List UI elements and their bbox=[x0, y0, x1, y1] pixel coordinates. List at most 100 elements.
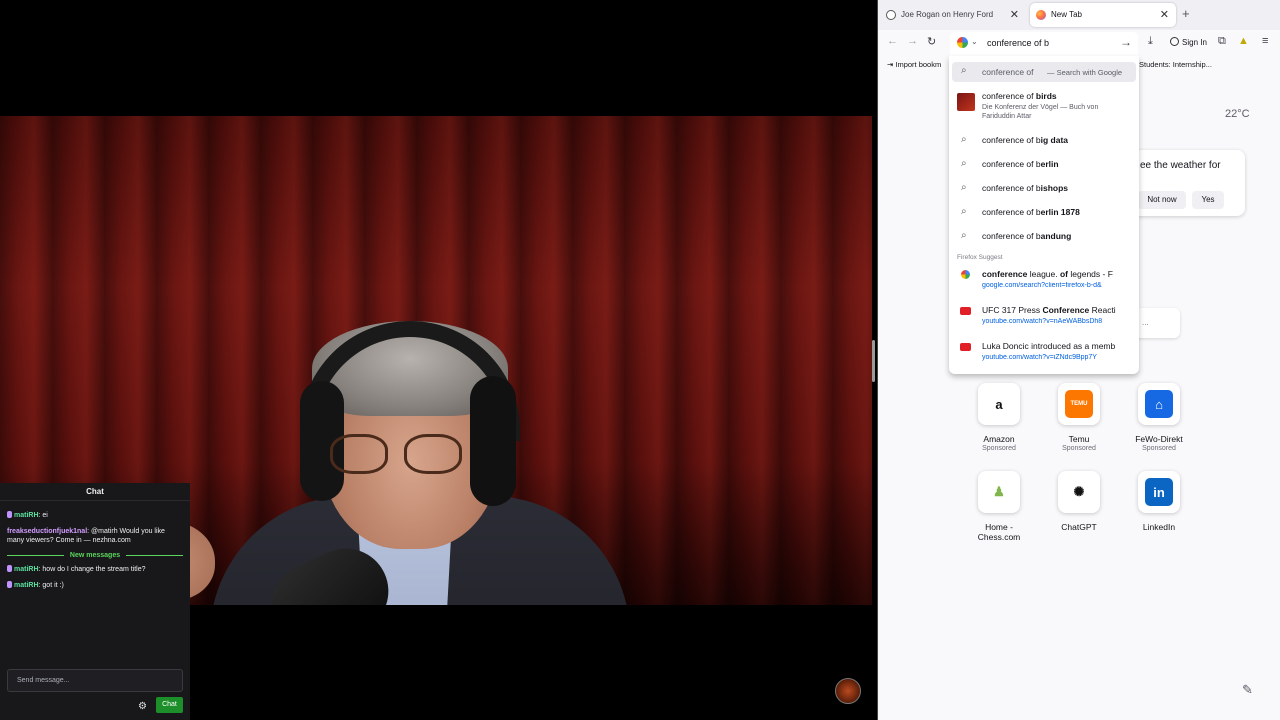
youtube-icon bbox=[960, 343, 971, 351]
chat-username[interactable]: matiRH bbox=[14, 566, 39, 573]
navigation-toolbar: ← → ↻ ⌄ conference of b → ⤓ Sign In ⧉ ▲ … bbox=[878, 30, 1280, 56]
shortcut-fewo-direkt[interactable]: ⌂ FeWo-Direkt Sponsored bbox=[1124, 383, 1194, 454]
close-icon[interactable]: ✕ bbox=[1160, 3, 1169, 27]
bookmark-import[interactable]: ⇥ Import bookm bbox=[887, 60, 941, 69]
back-arrow-icon[interactable]: ← bbox=[887, 35, 898, 47]
fewo-direkt-icon: ⌂ bbox=[1145, 390, 1173, 418]
chat-badge-icon bbox=[7, 581, 12, 588]
chat-badge-icon bbox=[7, 565, 12, 572]
chevron-down-icon[interactable]: ⌄ bbox=[971, 37, 978, 46]
suggestion-search[interactable]: ⌕ conference of berlin bbox=[949, 158, 1139, 178]
suggestion-url: youtube.com/watch?v=nAeWABbsDh8 bbox=[982, 318, 1103, 325]
book-thumbnail bbox=[957, 93, 975, 111]
tab-title: Joe Rogan on Henry Ford bbox=[901, 10, 994, 19]
close-icon[interactable]: ✕ bbox=[1010, 3, 1019, 27]
suggestion-history-google[interactable]: conference league. of legends - F google… bbox=[949, 268, 1139, 296]
tab-strip: Joe Rogan on Henry Ford ✕ New Tab ✕ + bbox=[878, 0, 1280, 30]
bookmark-label: Import bookm bbox=[895, 60, 942, 69]
suggestion-text: UFC 317 Press Conference Reacti bbox=[982, 305, 1116, 315]
suggestion-history-youtube[interactable]: UFC 317 Press Conference Reacti youtube.… bbox=[949, 304, 1139, 332]
suggestion-search[interactable]: ⌕ conference of big data bbox=[949, 134, 1139, 154]
not-now-button[interactable]: Not now bbox=[1138, 191, 1186, 209]
menu-icon[interactable]: ≡ bbox=[1262, 35, 1268, 47]
search-icon: ⌕ bbox=[961, 65, 967, 76]
video-player[interactable]: Chat matiRH: ei freakseductionfjuek1nal:… bbox=[0, 0, 877, 720]
chat-text: ei bbox=[42, 512, 48, 519]
temu-icon: TEMU bbox=[1065, 390, 1093, 418]
suggestion-rich-birds[interactable]: conference of birds Die Konferenz der Vö… bbox=[949, 90, 1139, 124]
suggestion-history-youtube[interactable]: Luka Doncic introduced as a memb youtube… bbox=[949, 340, 1139, 368]
new-tab-button[interactable]: + bbox=[1182, 6, 1190, 21]
yes-button[interactable]: Yes bbox=[1192, 191, 1224, 209]
weather-prompt-text: ee the weather for bbox=[1140, 160, 1221, 171]
new-messages-divider[interactable]: New messages bbox=[7, 552, 183, 559]
new-messages-label: New messages bbox=[69, 552, 121, 559]
chat-message: matiRH: got it :) bbox=[7, 581, 183, 590]
shortcut-label: Home - Chess.com bbox=[977, 522, 1021, 542]
shortcut-tile[interactable]: ✺ bbox=[1058, 471, 1100, 513]
shortcut-label: ChatGPT bbox=[1061, 522, 1097, 532]
chat-username[interactable]: freakseductionfjuek1nal bbox=[7, 528, 87, 535]
suggestion-search-with-google[interactable]: ⌕ conference of Search with Google bbox=[952, 62, 1136, 82]
suggestion-search[interactable]: ⌕ conference of berlin 1878 bbox=[949, 206, 1139, 226]
url-input[interactable]: conference of b bbox=[987, 38, 1049, 48]
suggestion-text: conference of big data bbox=[982, 135, 1069, 145]
shortcut-chatgpt[interactable]: ✺ ChatGPT bbox=[1044, 471, 1114, 532]
chat-message-input[interactable]: Send message... bbox=[7, 669, 183, 692]
suggestion-action: Search with Google bbox=[1047, 68, 1122, 77]
sign-in-label: Sign In bbox=[1182, 38, 1207, 47]
shortcut-amazon[interactable]: a Amazon Sponsored bbox=[964, 383, 1034, 454]
url-bar[interactable]: ⌄ conference of b → bbox=[950, 32, 1138, 56]
chat-username[interactable]: matiRH bbox=[14, 582, 39, 589]
suggestion-url: youtube.com/watch?v=iZNdc9Bpp7Y bbox=[982, 354, 1097, 361]
weather-prompt-card: ee the weather for Not now Yes bbox=[1130, 150, 1245, 216]
guest-glasses bbox=[330, 434, 464, 474]
shortcut-linkedin[interactable]: in LinkedIn bbox=[1124, 471, 1194, 532]
firefox-icon bbox=[1036, 10, 1046, 20]
chat-text: got it :) bbox=[42, 582, 64, 589]
shortcut-tile[interactable]: ♟ bbox=[978, 471, 1020, 513]
extensions-icon[interactable]: ⧉ bbox=[1218, 35, 1226, 48]
shortcut-temu[interactable]: TEMU Temu Sponsored bbox=[1044, 383, 1114, 454]
suggestion-search[interactable]: ⌕ conference of bishops bbox=[949, 182, 1139, 202]
search-icon: ⌕ bbox=[961, 182, 967, 193]
amazon-icon: a bbox=[985, 390, 1013, 418]
shortcut-label: FeWo-Direkt bbox=[1135, 434, 1183, 444]
forward-arrow-icon[interactable]: → bbox=[907, 35, 918, 47]
headphone-cup-right bbox=[470, 376, 516, 506]
chat-message: matiRH: ei bbox=[7, 511, 183, 520]
sign-in-button[interactable]: Sign In bbox=[1170, 37, 1207, 47]
chat-title: Chat bbox=[0, 483, 190, 501]
shortcut-tile[interactable]: in bbox=[1138, 471, 1180, 513]
shortcut-chess[interactable]: ♟ Home - Chess.com bbox=[964, 471, 1034, 542]
suggestion-text: conference of bbox=[982, 67, 1034, 77]
tab-new-tab[interactable]: New Tab ✕ bbox=[1030, 3, 1176, 27]
resize-handle[interactable] bbox=[872, 340, 875, 382]
chat-panel: Chat matiRH: ei freakseductionfjuek1nal:… bbox=[0, 483, 190, 720]
chat-username[interactable]: matiRH bbox=[14, 512, 39, 519]
search-icon: ⌕ bbox=[961, 230, 967, 241]
search-icon: ⌕ bbox=[961, 206, 967, 217]
chatgpt-icon: ✺ bbox=[1065, 478, 1093, 506]
weather-temperature[interactable]: 22°C bbox=[1225, 108, 1250, 120]
extension-badge-icon[interactable]: ▲ bbox=[1238, 35, 1249, 47]
tab-joe-rogan[interactable]: Joe Rogan on Henry Ford ✕ bbox=[880, 3, 1026, 27]
channel-logo bbox=[835, 678, 861, 704]
download-icon[interactable]: ⤓ bbox=[1148, 35, 1153, 48]
shortcut-tile[interactable]: ⌂ bbox=[1138, 383, 1180, 425]
shortcut-sponsored-label: Sponsored bbox=[982, 445, 1016, 452]
browser-window: Joe Rogan on Henry Ford ✕ New Tab ✕ + ← … bbox=[877, 0, 1280, 720]
google-icon[interactable] bbox=[957, 37, 968, 48]
bookmark-students[interactable]: Students: Internship... bbox=[1139, 60, 1212, 69]
gear-icon[interactable]: ⚙ bbox=[138, 701, 147, 712]
pencil-icon[interactable]: ✎ bbox=[1242, 682, 1253, 698]
go-arrow-icon[interactable]: → bbox=[1120, 35, 1132, 49]
suggestion-search[interactable]: ⌕ conference of bandung bbox=[949, 230, 1139, 250]
account-icon bbox=[1170, 37, 1179, 46]
shortcut-tile[interactable]: a bbox=[978, 383, 1020, 425]
shortcut-tile[interactable]: TEMU bbox=[1058, 383, 1100, 425]
chat-send-button[interactable]: Chat bbox=[156, 697, 183, 713]
shortcut-sponsored-label: Sponsored bbox=[1062, 445, 1096, 452]
suggestion-text: Luka Doncic introduced as a memb bbox=[982, 341, 1116, 351]
reload-icon[interactable]: ↻ bbox=[927, 35, 936, 48]
